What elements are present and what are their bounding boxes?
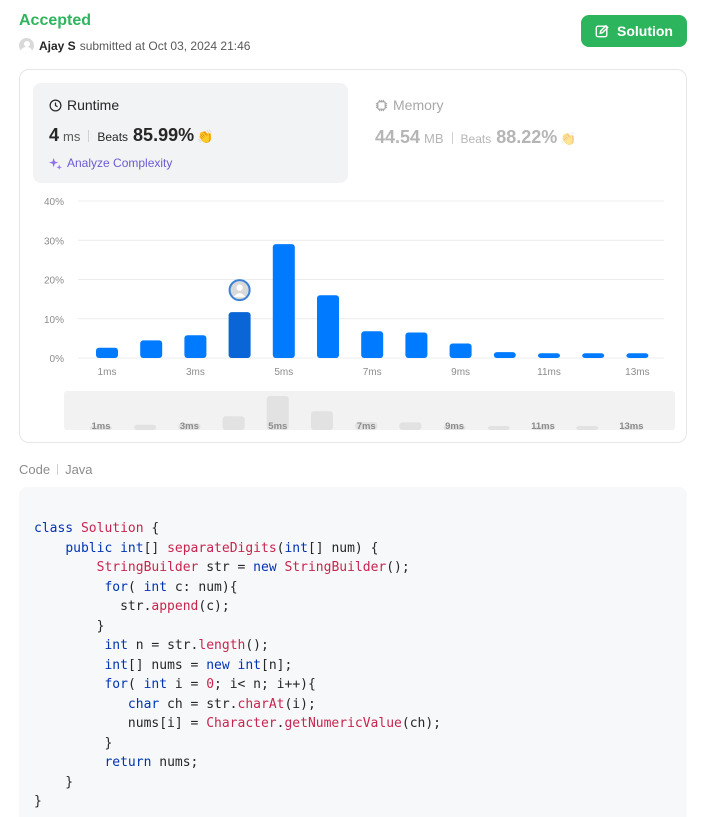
chart-bar bbox=[538, 353, 560, 358]
y-tick-label: 30% bbox=[44, 236, 64, 247]
overview-tick-label: 5ms bbox=[268, 421, 287, 432]
chart-bar bbox=[228, 312, 251, 358]
overview-bar bbox=[222, 416, 245, 430]
chart-bar bbox=[582, 353, 605, 358]
submitter-info: Ajay S submitted at Oct 03, 2024 21:46 bbox=[19, 38, 250, 53]
overview-tick-label: 13ms bbox=[619, 421, 643, 432]
y-tick-label: 10% bbox=[44, 315, 64, 326]
x-tick-label: 11ms bbox=[537, 367, 561, 378]
overview-tick-label: 1ms bbox=[91, 421, 110, 432]
overview-bar bbox=[576, 426, 599, 430]
overview-tick-label: 3ms bbox=[180, 421, 199, 432]
source-code: class Solution { public int[] separateDi… bbox=[34, 521, 442, 809]
submitted-time: submitted at Oct 03, 2024 21:46 bbox=[79, 38, 251, 53]
edit-icon bbox=[595, 24, 609, 38]
y-tick-label: 40% bbox=[44, 197, 64, 208]
solution-button[interactable]: Solution bbox=[581, 15, 687, 47]
chart-bar bbox=[96, 347, 118, 358]
divider bbox=[57, 464, 59, 475]
code-label: Code bbox=[19, 462, 51, 477]
chart-bar bbox=[626, 353, 649, 358]
chart-bar bbox=[493, 352, 516, 358]
overview-bar bbox=[311, 411, 333, 430]
y-tick-label: 20% bbox=[44, 276, 64, 287]
chart-bar bbox=[361, 331, 384, 358]
user-avatar[interactable] bbox=[19, 38, 34, 53]
chart-bar bbox=[184, 335, 207, 358]
overview-tick-label: 11ms bbox=[531, 421, 555, 432]
x-tick-label: 7ms bbox=[363, 367, 382, 378]
overview-tick-label: 7ms bbox=[357, 421, 376, 432]
chart-bar bbox=[449, 343, 472, 358]
code-header: Code Java bbox=[19, 462, 93, 477]
overview-bar bbox=[399, 422, 422, 430]
overview-bar bbox=[487, 426, 510, 430]
x-tick-label: 9ms bbox=[451, 367, 470, 378]
x-tick-label: 13ms bbox=[625, 367, 649, 378]
overview-tick-label: 9ms bbox=[445, 421, 464, 432]
status-accepted: Accepted bbox=[19, 12, 92, 29]
overview-bar bbox=[134, 424, 157, 430]
chart-bar bbox=[317, 295, 339, 358]
x-tick-label: 3ms bbox=[186, 367, 205, 378]
runtime-distribution-chart: 40% 30% 20% 10% 0% 1ms 3ms 5ms 7ms 9ms 11ms 13ms 1ms… bbox=[44, 197, 675, 432]
chart-bar bbox=[272, 244, 295, 358]
y-tick-label: 0% bbox=[50, 354, 65, 365]
x-tick-label: 5ms bbox=[274, 367, 293, 378]
chart-bar bbox=[405, 332, 428, 358]
avatar-head bbox=[236, 284, 243, 291]
code-block[interactable]: class Solution { public int[] separateDi… bbox=[19, 487, 687, 817]
code-language: Java bbox=[65, 462, 93, 477]
performance-panel: Runtime 4 ms Beats 85.99% 👏 Analyze Comp… bbox=[19, 69, 687, 443]
x-tick-label: 1ms bbox=[98, 367, 117, 378]
chart-bar bbox=[140, 340, 163, 358]
user-name[interactable]: Ajay S bbox=[39, 39, 76, 53]
solution-button-label: Solution bbox=[617, 23, 673, 39]
